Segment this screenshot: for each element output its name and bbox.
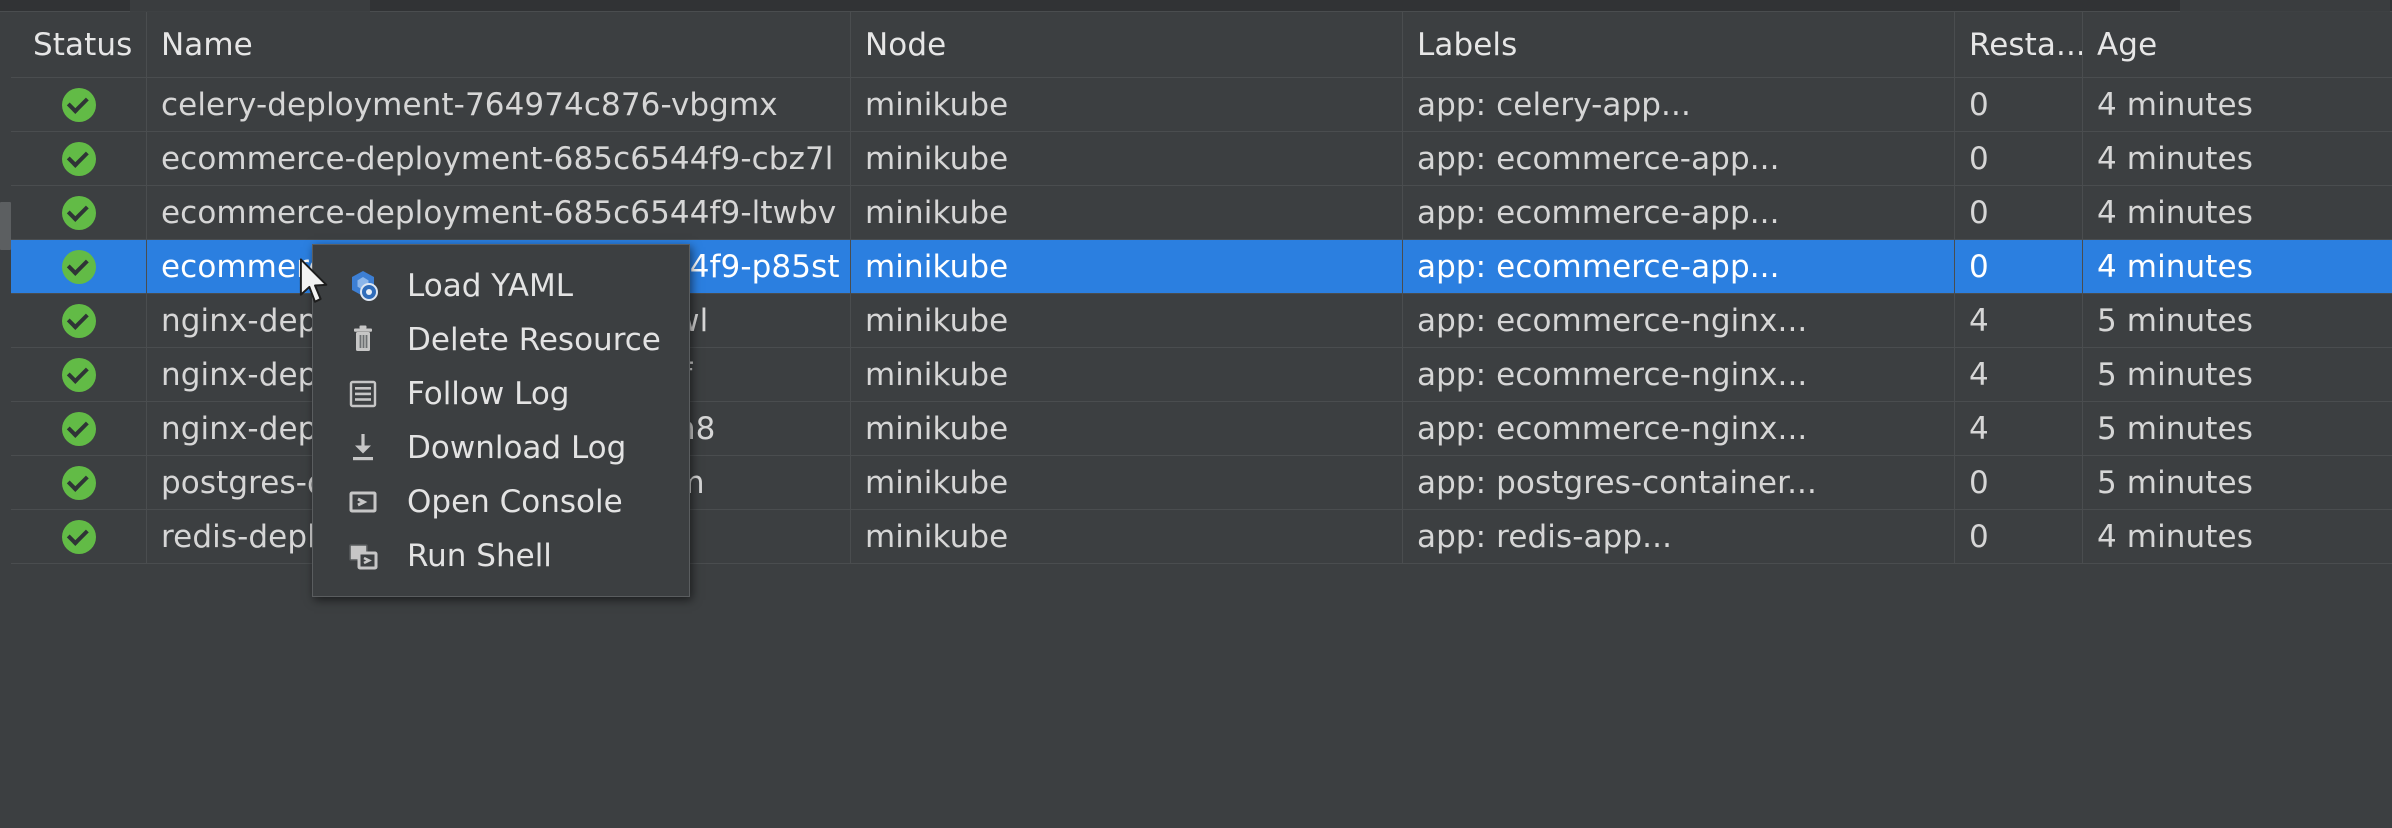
vertical-scrollbar[interactable]	[0, 12, 11, 828]
toolbar-strip-clipped	[0, 0, 2392, 12]
cell-restarts: 0	[1955, 132, 2083, 185]
cell-age: 5 minutes	[2083, 402, 2392, 455]
cell-labels: app: ecommerce-nginx...	[1403, 402, 1955, 455]
scrollbar-thumb[interactable]	[0, 202, 11, 250]
table-row[interactable]: ecommerce-deployment-685c6544f9-ltwbvmin…	[11, 186, 2392, 240]
context-menu[interactable]: Load YAML Delete Resource Follow Log Downlo…	[312, 244, 690, 597]
cell-labels: app: postgres-container...	[1403, 456, 1955, 509]
download-icon	[343, 428, 383, 468]
cell-status	[11, 294, 147, 347]
cell-node: minikube	[851, 186, 1403, 239]
shell-windows-icon	[343, 536, 383, 576]
context-menu-item-label: Run Shell	[407, 538, 552, 574]
status-ok-check-icon	[62, 196, 96, 230]
context-menu-item-follow-log[interactable]: Follow Log	[313, 367, 689, 421]
column-header-node[interactable]: Node	[851, 12, 1403, 77]
cell-name: ecommerce-deployment-685c6544f9-ltwbv	[147, 186, 851, 239]
context-menu-item-label: Delete Resource	[407, 322, 661, 358]
cell-node: minikube	[851, 78, 1403, 131]
cell-node: minikube	[851, 348, 1403, 401]
cell-status	[11, 456, 147, 509]
context-menu-item-label: Follow Log	[407, 376, 569, 412]
context-menu-item-delete-resource[interactable]: Delete Resource	[313, 313, 689, 367]
trash-icon	[343, 320, 383, 360]
cell-age: 4 minutes	[2083, 510, 2392, 563]
cell-name: celery-deployment-764974c876-vbgmx	[147, 78, 851, 131]
status-ok-check-icon	[62, 520, 96, 554]
cell-status	[11, 132, 147, 185]
status-ok-check-icon	[62, 250, 96, 284]
table-header-row: Status Name Node Labels Resta... Age	[11, 12, 2392, 78]
cell-status	[11, 186, 147, 239]
cell-labels: app: ecommerce-app...	[1403, 240, 1955, 293]
cell-status	[11, 402, 147, 455]
cell-restarts: 0	[1955, 186, 2083, 239]
context-menu-item-label: Download Log	[407, 430, 626, 466]
cell-labels: app: redis-app...	[1403, 510, 1955, 563]
cell-restarts: 0	[1955, 78, 2083, 131]
status-ok-check-icon	[62, 142, 96, 176]
context-menu-item-load-yaml[interactable]: Load YAML	[313, 259, 689, 313]
cell-name: ecommerce-deployment-685c6544f9-cbz7l	[147, 132, 851, 185]
cell-restarts: 0	[1955, 456, 2083, 509]
cell-node: minikube	[851, 294, 1403, 347]
terminal-icon	[343, 482, 383, 522]
column-header-status[interactable]: Status	[11, 12, 147, 77]
kubernetes-yaml-icon	[343, 266, 383, 306]
cell-restarts: 0	[1955, 510, 2083, 563]
cell-age: 4 minutes	[2083, 78, 2392, 131]
cell-age: 4 minutes	[2083, 186, 2392, 239]
column-header-restarts[interactable]: Resta...	[1955, 12, 2083, 77]
cell-age: 4 minutes	[2083, 240, 2392, 293]
table-row[interactable]: ecommerce-deployment-685c6544f9-cbz7lmin…	[11, 132, 2392, 186]
context-menu-item-run-shell[interactable]: Run Shell	[313, 529, 689, 583]
status-ok-check-icon	[62, 304, 96, 338]
cell-labels: app: celery-app...	[1403, 78, 1955, 131]
cell-restarts: 4	[1955, 294, 2083, 347]
cell-status	[11, 348, 147, 401]
cell-labels: app: ecommerce-app...	[1403, 186, 1955, 239]
context-menu-item-label: Load YAML	[407, 268, 573, 304]
pod-table-panel: Status Name Node Labels Resta... Age cel…	[0, 0, 2392, 828]
context-menu-item-download-log[interactable]: Download Log	[313, 421, 689, 475]
cell-status	[11, 510, 147, 563]
log-lines-icon	[343, 374, 383, 414]
cell-labels: app: ecommerce-app...	[1403, 132, 1955, 185]
cell-node: minikube	[851, 510, 1403, 563]
status-ok-check-icon	[62, 88, 96, 122]
cell-age: 5 minutes	[2083, 294, 2392, 347]
cell-status	[11, 78, 147, 131]
cell-age: 5 minutes	[2083, 348, 2392, 401]
status-ok-check-icon	[62, 412, 96, 446]
status-ok-check-icon	[62, 358, 96, 392]
cell-restarts: 4	[1955, 402, 2083, 455]
column-header-age[interactable]: Age	[2083, 12, 2392, 77]
cell-age: 4 minutes	[2083, 132, 2392, 185]
cell-node: minikube	[851, 402, 1403, 455]
column-header-labels[interactable]: Labels	[1403, 12, 1955, 77]
cell-status	[11, 240, 147, 293]
context-menu-item-open-console[interactable]: Open Console	[313, 475, 689, 529]
cell-restarts: 4	[1955, 348, 2083, 401]
cell-node: minikube	[851, 240, 1403, 293]
cell-age: 5 minutes	[2083, 456, 2392, 509]
cell-restarts: 0	[1955, 240, 2083, 293]
cell-labels: app: ecommerce-nginx...	[1403, 294, 1955, 347]
column-header-name[interactable]: Name	[147, 12, 851, 77]
context-menu-item-label: Open Console	[407, 484, 623, 520]
cell-node: minikube	[851, 456, 1403, 509]
table-row[interactable]: celery-deployment-764974c876-vbgmxminiku…	[11, 78, 2392, 132]
status-ok-check-icon	[62, 466, 96, 500]
cell-labels: app: ecommerce-nginx...	[1403, 348, 1955, 401]
cell-node: minikube	[851, 132, 1403, 185]
